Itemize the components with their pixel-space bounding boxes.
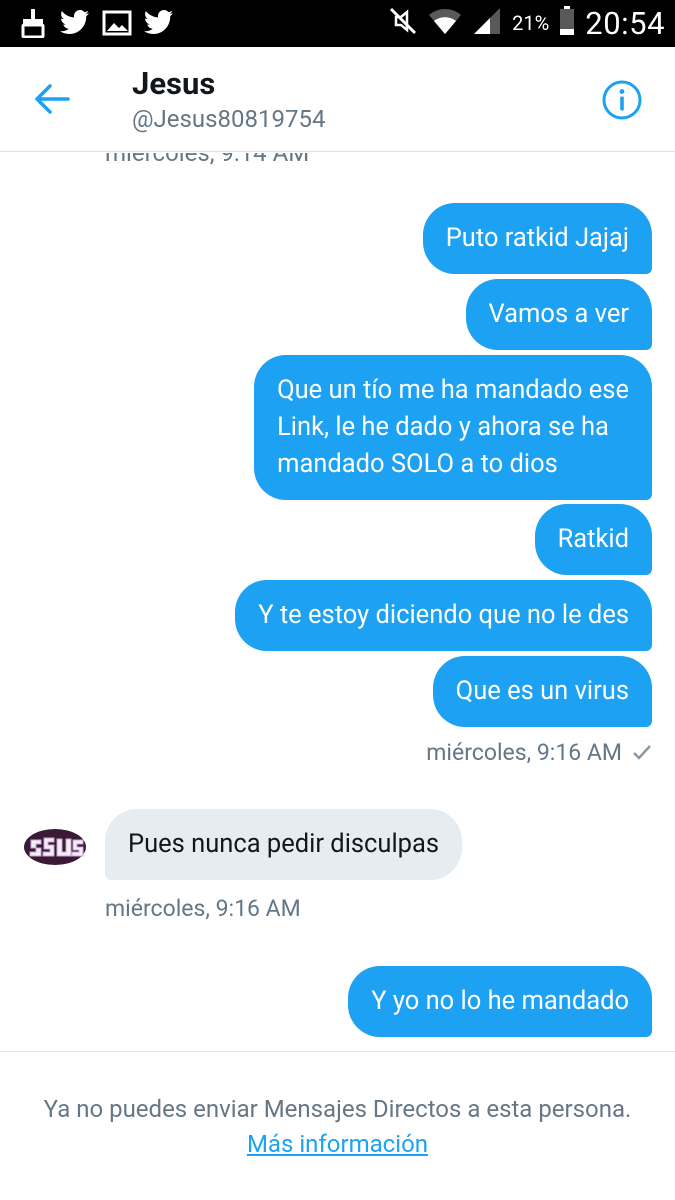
dm-disabled-notice: Ya no puedes enviar Mensajes Directos a …	[0, 1051, 675, 1200]
battery-icon	[559, 6, 575, 40]
message-timestamp: miércoles, 9:16 AM	[426, 739, 622, 766]
outgoing-message[interactable]: Que es un virus	[432, 656, 652, 727]
status-bar: 21% 20:54	[0, 0, 675, 47]
checkmark-icon	[633, 744, 651, 760]
back-button[interactable]	[30, 79, 74, 119]
outgoing-message[interactable]: Ratkid	[534, 504, 652, 575]
signal-icon	[472, 6, 502, 40]
outgoing-message[interactable]: Vamos a ver	[465, 279, 652, 350]
message-timestamp: miércoles, 9:16 AM	[105, 895, 301, 922]
message-timestamp: miércoles, 9:14 AM	[105, 153, 310, 167]
gallery-icon	[102, 8, 132, 38]
more-info-link[interactable]: Más información	[247, 1130, 428, 1158]
outgoing-message[interactable]: Puto ratkid Jajaj	[422, 203, 652, 274]
contact-handle[interactable]: @Jesus80819754	[132, 105, 325, 133]
info-icon	[602, 80, 642, 120]
system-status: 21% 20:54	[388, 4, 665, 42]
clock: 20:54	[585, 4, 665, 42]
outgoing-message[interactable]: Y yo no lo he mandado	[348, 966, 652, 1037]
arrow-left-icon	[35, 84, 70, 114]
conversation-header: Jesus @Jesus80819754	[0, 47, 675, 152]
notice-message: Ya no puedes enviar Mensajes Directos a …	[43, 1095, 632, 1123]
message-timestamp-row: miércoles, 9:16 AM	[426, 739, 652, 766]
notice-text: Ya no puedes enviar Mensajes Directos a …	[40, 1092, 635, 1162]
avatar[interactable]	[22, 824, 88, 870]
incoming-message[interactable]: Pues nunca pedir disculpas	[105, 809, 463, 880]
outgoing-message[interactable]: Que un tío me ha mandado ese Link, le he…	[254, 355, 652, 500]
wifi-icon	[428, 6, 462, 40]
notification-icons	[18, 8, 174, 38]
contact-name[interactable]: Jesus	[132, 65, 215, 102]
twitter-bird-icon	[60, 8, 90, 38]
outgoing-message[interactable]: Y te estoy diciendo que no le des	[235, 580, 652, 651]
message-thread[interactable]: miércoles, 9:14 AM Puto ratkid Jajaj Vam…	[0, 153, 675, 1051]
battery-percent: 21%	[512, 11, 550, 35]
info-button[interactable]	[601, 79, 643, 121]
mute-icon	[388, 6, 418, 40]
twitter-bird-icon	[144, 8, 174, 38]
broom-icon	[18, 8, 48, 38]
